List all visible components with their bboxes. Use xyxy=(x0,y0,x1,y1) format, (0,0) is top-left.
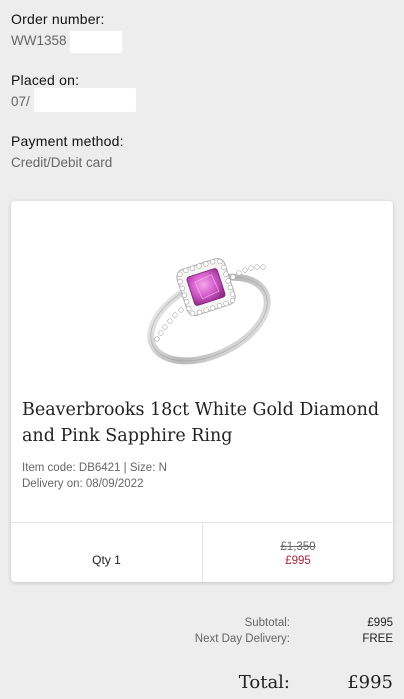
redaction-box xyxy=(70,31,122,53)
payment-method-section: Payment method: Credit/Debit card xyxy=(11,133,124,172)
delivery-date: Delivery on: 08/09/2022 xyxy=(22,478,144,490)
total-value: £995 xyxy=(347,672,393,693)
order-number-text: WW1358 xyxy=(11,33,67,48)
delivery-value: FREE xyxy=(362,633,393,645)
placed-on-value: 07/ xyxy=(11,94,30,109)
total-label: Total: xyxy=(238,672,290,693)
sale-price: £995 xyxy=(285,555,311,567)
item-code: Item code: DB6421 | Size: N xyxy=(22,462,167,474)
quantity-label: Qty 1 xyxy=(92,553,121,567)
order-number-value: WW1358 xyxy=(11,33,67,48)
placed-on-label: Placed on: xyxy=(11,72,80,88)
original-price: £1,350 xyxy=(280,541,316,553)
product-card[interactable]: Beaverbrooks 18ct White Gold Diamond and… xyxy=(11,201,393,582)
delivery-label: Next Day Delivery: xyxy=(194,633,290,645)
redaction-box xyxy=(34,88,136,112)
payment-method-label: Payment method: xyxy=(11,133,124,149)
subtotal-value: £995 xyxy=(367,617,393,629)
placed-on-text: 07/ xyxy=(11,94,30,109)
subtotal-label: Subtotal: xyxy=(244,617,290,629)
order-number-label: Order number: xyxy=(11,11,105,27)
payment-method-value: Credit/Debit card xyxy=(11,155,113,170)
product-title[interactable]: Beaverbrooks 18ct White Gold Diamond and… xyxy=(22,397,382,449)
ring-image[interactable] xyxy=(127,231,287,371)
